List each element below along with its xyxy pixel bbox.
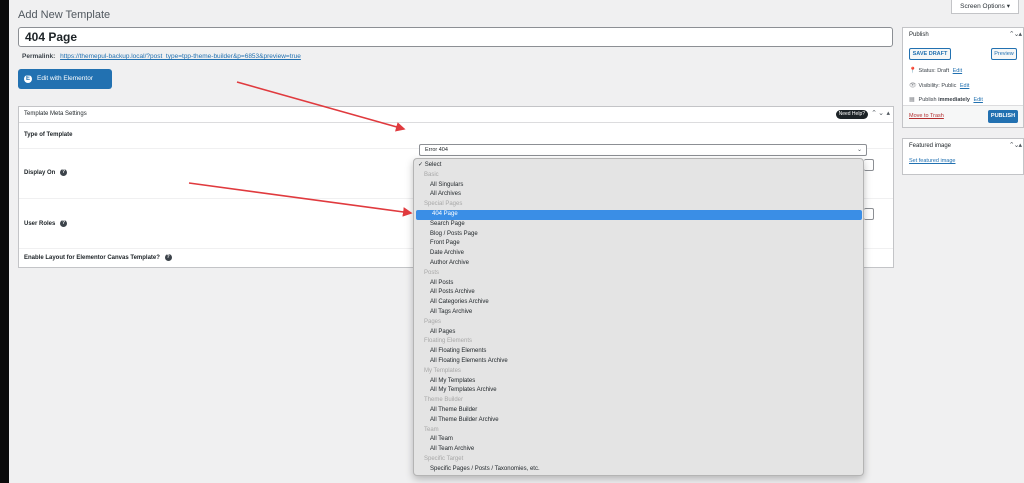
dropdown-group-label: My Templates <box>424 367 461 374</box>
edit-visibility-link[interactable]: Edit <box>960 83 969 89</box>
help-icon[interactable]: ? <box>60 169 68 176</box>
visibility-value: Public <box>941 83 957 89</box>
display-on-text: Display On <box>24 170 56 177</box>
preview-button[interactable]: Preview <box>991 48 1017 60</box>
save-draft-button[interactable]: SAVE DRAFT <box>909 48 951 60</box>
publish-box-title: Publish <box>909 32 929 38</box>
dropdown-option[interactable]: All Archives <box>414 190 863 200</box>
dropdown-group-label: Specific Target <box>424 456 464 462</box>
type-of-template-row: Type of Template Error 404 ⌄ <box>19 123 893 156</box>
display-on-select[interactable] <box>864 159 874 171</box>
edit-publish-date-link[interactable]: Edit <box>973 97 982 103</box>
edit-with-elementor-button[interactable]: E Edit with Elementor <box>18 69 112 89</box>
page-title: Add New Template <box>18 9 111 21</box>
publish-box-controls-icon[interactable]: ⌃⌄▴ <box>1009 30 1022 38</box>
dropdown-option-selected[interactable]: 404 Page <box>416 210 862 220</box>
permalink: Permalink: https://themepul-backup.local… <box>22 53 301 60</box>
dropdown-group-label: Pages <box>424 318 442 325</box>
user-roles-text: User Roles <box>24 221 56 228</box>
eye-icon: 👁 <box>909 83 917 89</box>
meta-box-title: Template Meta Settings <box>24 111 87 117</box>
type-of-template-label: Type of Template <box>24 132 73 138</box>
dropdown-option[interactable]: All Theme Builder <box>414 406 863 416</box>
dropdown-group-label: Floating Elements <box>424 338 473 345</box>
help-icon[interactable]: ? <box>60 220 68 227</box>
dropdown-option[interactable]: All My Templates <box>414 377 863 387</box>
dropdown-group-label: Basic <box>424 171 439 178</box>
permalink-label: Permalink: <box>22 53 56 60</box>
featured-image-title: Featured image <box>909 143 952 149</box>
status-label: Status: <box>918 68 936 74</box>
permalink-link[interactable]: https://themepul-backup.local/?post_type… <box>60 53 301 60</box>
dropdown-option[interactable]: Search Page <box>414 220 863 230</box>
dropdown-option[interactable]: All Categories Archive <box>414 298 863 308</box>
move-down-icon[interactable]: ⌄ <box>878 109 884 117</box>
edit-with-elementor-label: Edit with Elementor <box>37 75 93 82</box>
screen-options-button[interactable]: Screen Options ▾ <box>951 0 1019 14</box>
calendar-icon: ▦ <box>909 97 915 103</box>
toggle-panel-icon[interactable]: ▴ <box>886 109 890 117</box>
featured-box-controls-icon[interactable]: ⌃⌄▴ <box>1009 141 1022 149</box>
dropdown-option[interactable]: All Floating Elements <box>414 347 863 357</box>
dropdown-option[interactable]: All Tags Archive <box>414 308 863 318</box>
dropdown-option[interactable]: All My Templates Archive <box>414 386 863 396</box>
publish-box: Publish ⌃⌄▴ SAVE DRAFT Preview 📍 Status:… <box>902 27 1024 128</box>
visibility-label: Visibility: <box>918 83 940 89</box>
dropdown-group-label: Special Pages <box>424 201 463 208</box>
dropdown-option[interactable]: All Team Archive <box>414 445 863 455</box>
dropdown-group-label: Posts <box>424 269 440 276</box>
publish-date-row: ▦ Publish immediately Edit <box>909 96 983 103</box>
wp-admin-screen: Screen Options ▾ Add New Template 404 Pa… <box>9 0 1024 483</box>
publish-date-value: immediately <box>938 97 970 103</box>
set-featured-image-link[interactable]: Set featured image <box>909 158 955 164</box>
featured-image-box: Featured image ⌃⌄▴ Set featured image <box>902 138 1024 175</box>
visibility-row: 👁 Visibility: Public Edit <box>909 82 969 89</box>
status-value: Draft <box>937 68 950 74</box>
dropdown-group-label: Team <box>424 426 439 433</box>
meta-box-header: Template Meta Settings Need Help? ⌃ ⌄ ▴ <box>19 107 893 123</box>
move-to-trash-link[interactable]: Move to Trash <box>909 113 944 119</box>
title-input[interactable]: 404 Page <box>18 27 893 47</box>
dropdown-option[interactable]: All Posts Archive <box>414 288 863 298</box>
dropdown-option[interactable]: Blog / Posts Page <box>414 230 863 240</box>
display-on-dropdown-list[interactable]: ✓ Select Basic All Singulars All Archives Sp… <box>413 158 864 476</box>
dropdown-option[interactable]: Date Archive <box>414 249 863 259</box>
dropdown-option[interactable]: All Floating Elements Archive <box>414 357 863 367</box>
dropdown-group-label: Theme Builder <box>424 397 464 404</box>
canvas-layout-text: Enable Layout for Elementor Canvas Templ… <box>24 255 160 262</box>
dropdown-option[interactable]: All Theme Builder Archive <box>414 416 863 426</box>
canvas-layout-label: Enable Layout for Elementor Canvas Templ… <box>24 254 172 261</box>
edit-status-link[interactable]: Edit <box>953 68 962 74</box>
dropdown-option[interactable]: All Posts <box>414 279 863 289</box>
dropdown-option[interactable]: All Team <box>414 435 863 445</box>
dropdown-option[interactable]: All Pages <box>414 328 863 338</box>
publish-date-label: Publish <box>918 97 937 103</box>
display-on-label: Display On ? <box>24 169 68 177</box>
dropdown-option[interactable]: Author Archive <box>414 259 863 269</box>
pin-icon: 📍 <box>909 68 917 74</box>
user-roles-select[interactable] <box>864 208 874 220</box>
move-up-icon[interactable]: ⌃ <box>871 109 877 117</box>
publish-actions: Move to Trash PUBLISH <box>903 105 1023 127</box>
elementor-icon: E <box>24 75 32 83</box>
dropdown-option[interactable]: Front Page <box>414 239 863 249</box>
publish-button[interactable]: PUBLISH <box>988 110 1018 123</box>
user-roles-label: User Roles ? <box>24 220 68 228</box>
dropdown-option[interactable]: All Singulars <box>414 181 863 191</box>
dropdown-option[interactable]: ✓ Select <box>414 161 863 171</box>
help-icon[interactable]: ? <box>164 254 172 261</box>
dropdown-option[interactable]: Specific Pages / Posts / Taxonomies, etc… <box>414 465 863 475</box>
need-help-button[interactable]: Need Help? <box>835 110 868 119</box>
status-row: 📍 Status: Draft Edit <box>909 67 962 74</box>
